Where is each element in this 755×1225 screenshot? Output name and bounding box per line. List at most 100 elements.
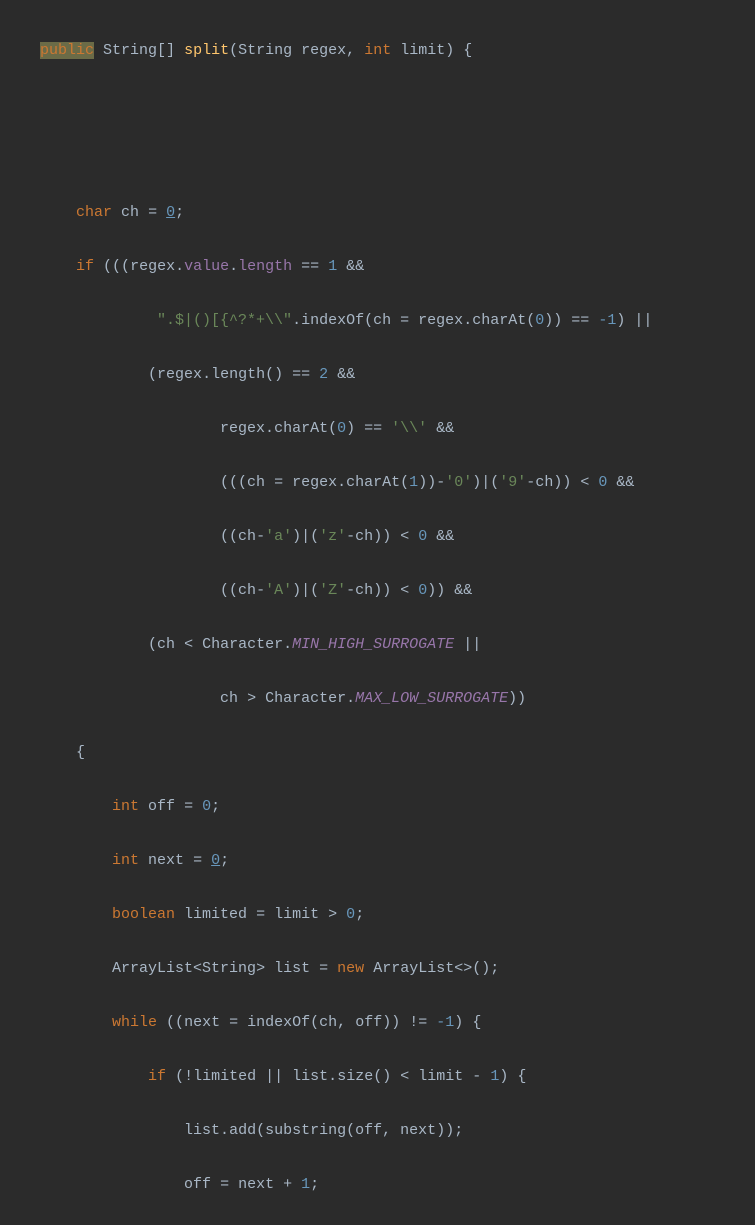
paren: )) [427,582,445,599]
code-line[interactable]: public String[] split(String regex, int … [40,37,755,64]
number: 0 [211,852,220,869]
char-literal: '9' [499,474,526,491]
operator: < [184,636,193,653]
keyword-new: new [337,960,364,977]
code-line[interactable]: int next = 0; [40,847,755,874]
operator: && [337,366,355,383]
constant: MIN_HIGH_SURROGATE [292,636,454,653]
code-line[interactable]: (((ch = regex.charAt(1))-'0')|('9'-ch)) … [40,469,755,496]
keyword-if: if [76,258,94,275]
semi: ; [355,906,364,923]
code-line-empty[interactable] [40,145,755,172]
paren: )) [373,582,391,599]
method: charAt [472,312,526,329]
code-line[interactable]: ".$|()[{^?*+\\".indexOf(ch = regex.charA… [40,307,755,334]
operator: > [328,906,337,923]
operator: - [436,474,445,491]
paren: ( [148,366,157,383]
code-line[interactable]: if (!limited || list.size() < limit - 1)… [40,1063,755,1090]
comma: , [382,1122,391,1139]
code-line[interactable]: list.add(substring(off, next)); [40,1117,755,1144]
operator: ! [184,1068,193,1085]
code-line[interactable]: regex.charAt(0) == '\\' && [40,415,755,442]
semi: ; [211,798,220,815]
operator: || [463,636,481,653]
paren: ( [310,582,319,599]
code-line[interactable]: ArrayList<String> list = new ArrayList<>… [40,955,755,982]
code-line[interactable]: off = next + 1; [40,1171,755,1198]
operator: == [292,366,310,383]
method-name: split [184,42,229,59]
var: off [148,798,175,815]
code-line[interactable]: { [40,739,755,766]
method: size [337,1068,373,1085]
param-type: String [238,42,292,59]
number: 0 [418,528,427,545]
paren: (( [220,528,238,545]
var: next [184,1014,220,1031]
brace: { [463,42,472,59]
operator: < [400,1068,409,1085]
semi: ; [175,204,184,221]
paren: ) [499,1068,508,1085]
paren: ) [454,1014,463,1031]
code-line[interactable]: ch > Character.MAX_LOW_SURROGATE)) [40,685,755,712]
brace: { [517,1068,526,1085]
operator: = [184,798,193,815]
paren: ) [292,582,301,599]
code-line[interactable]: ((ch-'a')|('z'-ch)) < 0 && [40,523,755,550]
var: limited [193,1068,256,1085]
number: 0 [337,420,346,437]
number: 2 [319,366,328,383]
semi: ; [310,1176,319,1193]
code-line-empty[interactable] [40,91,755,118]
keyword-boolean: boolean [112,906,175,923]
constant: MAX_LOW_SURROGATE [355,690,508,707]
operator: && [616,474,634,491]
code-line[interactable]: int off = 0; [40,793,755,820]
var: next [148,852,184,869]
method: length [211,366,265,383]
operator: + [283,1176,292,1193]
semi: ; [490,960,499,977]
dot: . [346,690,355,707]
var: list [184,1122,220,1139]
code-line[interactable]: ((ch-'A')|('Z'-ch)) < 0)) && [40,577,755,604]
operator: - [472,1068,481,1085]
number: 1 [301,1176,310,1193]
var: list [274,960,310,977]
operator: == [301,258,319,275]
param-name: regex [301,42,346,59]
var: list [292,1068,328,1085]
dot: . [337,474,346,491]
operator: | [301,528,310,545]
code-line[interactable]: boolean limited = limit > 0; [40,901,755,928]
keyword-while: while [112,1014,157,1031]
dot: . [220,1122,229,1139]
var: ch [373,312,391,329]
code-line[interactable]: (ch < Character.MIN_HIGH_SURROGATE || [40,631,755,658]
operator: > [247,690,256,707]
operator: = [229,1014,238,1031]
var: limit [418,1068,463,1085]
paren: ( [346,1122,355,1139]
dot: . [175,258,184,275]
number: 0 [346,906,355,923]
method: indexOf [247,1014,310,1031]
class-name: Character [265,690,346,707]
operator: && [454,582,472,599]
type: ArrayList [373,960,454,977]
code-editor[interactable]: public String[] split(String regex, int … [40,10,755,1225]
number: 1 [607,312,616,329]
keyword-int: int [364,42,391,59]
var: limit [274,906,319,923]
code-line[interactable]: while ((next = indexOf(ch, off)) != -1) … [40,1009,755,1036]
paren: )) [373,528,391,545]
keyword-int: int [112,852,139,869]
var: ch [247,474,265,491]
code-line[interactable]: char ch = 0; [40,199,755,226]
code-line[interactable]: if (((regex.value.length == 1 && [40,253,755,280]
paren: )) [382,1014,400,1031]
code-line[interactable]: (regex.length() == 2 && [40,361,755,388]
var-regex: regex [292,474,337,491]
